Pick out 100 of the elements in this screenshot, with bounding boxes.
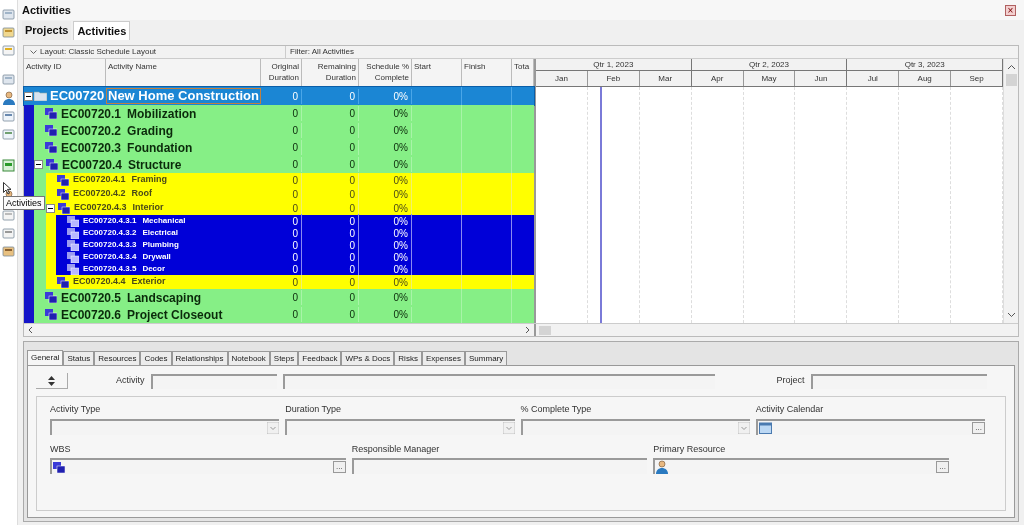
table-row[interactable]: EC00720.2 Grading 0 0 0% bbox=[34, 122, 534, 139]
field-label: Primary Resource bbox=[653, 442, 727, 456]
dropdown-field[interactable] bbox=[285, 418, 515, 435]
tab[interactable]: Expenses bbox=[421, 351, 466, 365]
activity-name: Interior bbox=[132, 201, 164, 215]
scroll-right-icon[interactable] bbox=[525, 326, 531, 334]
table-row[interactable]: EC00720.3 Foundation 0 0 0% bbox=[34, 139, 534, 156]
indent-strip bbox=[46, 215, 56, 227]
activity-name: Structure bbox=[128, 156, 182, 174]
table-row[interactable]: EC00720.1 Mobilization 0 0 0% bbox=[34, 105, 534, 122]
tab[interactable]: Projects bbox=[22, 21, 72, 40]
table-row[interactable]: EC00720.4.4 Exterior 0 0 0% bbox=[46, 275, 534, 289]
tab[interactable]: Feedback bbox=[298, 351, 342, 365]
field-label: Duration Type bbox=[285, 403, 343, 416]
caret-icon[interactable] bbox=[737, 421, 750, 434]
table-row[interactable]: EC00720.4.2 Roof 0 0 0% bbox=[46, 187, 534, 201]
activity-name: Electrical bbox=[142, 227, 178, 239]
scroll-up-icon[interactable] bbox=[1006, 63, 1016, 71]
field-label: WBS bbox=[50, 442, 72, 456]
browse-button[interactable]: ... bbox=[333, 461, 346, 473]
wbs-icon bbox=[57, 174, 69, 186]
table-cell: 0 bbox=[261, 290, 302, 305]
wbs-icon bbox=[58, 202, 70, 214]
wbs-icon bbox=[45, 125, 57, 136]
table-cell: 0% bbox=[359, 307, 412, 322]
table-cell: 0 bbox=[302, 290, 359, 305]
caret-icon[interactable] bbox=[267, 421, 280, 434]
input-field[interactable]: ... bbox=[755, 418, 985, 435]
wbs-icon bbox=[57, 276, 69, 288]
table-row[interactable]: EC00720.4.3.1 Mechanical 0 0 0% bbox=[56, 215, 534, 227]
scroll-left-icon[interactable] bbox=[27, 326, 33, 334]
layout-label[interactable]: Layout: Classic Schedule Layout bbox=[40, 46, 157, 58]
collapse-icon[interactable] bbox=[34, 160, 43, 169]
table-row[interactable]: EC00720 New Home Construction 0 0 0% bbox=[24, 87, 534, 105]
dropdown-field[interactable] bbox=[50, 418, 280, 435]
table-cell: 0 bbox=[261, 88, 302, 104]
collapse-icon[interactable] bbox=[24, 91, 33, 101]
activity-id: EC00720.4.2 bbox=[73, 187, 126, 201]
scrollbar-thumb[interactable] bbox=[1005, 74, 1017, 86]
tab[interactable]: General bbox=[27, 350, 64, 365]
arrow-down-icon[interactable] bbox=[48, 381, 55, 386]
table-row[interactable]: EC00720.4.3 Interior 0 0 0% bbox=[46, 201, 534, 215]
collapse-icon[interactable] bbox=[46, 203, 55, 213]
field-label: Project bbox=[776, 374, 805, 388]
tab[interactable]: Steps bbox=[269, 351, 299, 365]
table-cell: 0 bbox=[302, 157, 359, 172]
arrow-up-icon[interactable] bbox=[48, 375, 55, 380]
table-row[interactable]: EC00720.4.1 Framing 0 0 0% bbox=[46, 173, 534, 187]
month-header: Mar bbox=[657, 73, 674, 85]
tab[interactable]: Activities bbox=[73, 21, 131, 40]
indent-strip bbox=[24, 306, 34, 323]
tab[interactable]: Status bbox=[63, 351, 95, 365]
activity-name: Landscaping bbox=[127, 289, 202, 307]
tab[interactable]: Codes bbox=[140, 351, 172, 365]
wbs-icon bbox=[67, 263, 79, 275]
input-field[interactable]: ... bbox=[653, 458, 949, 474]
tab[interactable]: Relationships bbox=[171, 351, 228, 365]
tab[interactable]: Risks bbox=[394, 351, 422, 365]
tab[interactable]: WPs & Docs bbox=[341, 351, 395, 365]
tooltip: Activities bbox=[3, 196, 45, 210]
table-row[interactable]: EC00720.6 Project Closeout 0 0 0% bbox=[34, 306, 534, 323]
spin-button[interactable] bbox=[36, 373, 68, 389]
wbs-icon bbox=[45, 142, 57, 153]
input-field[interactable]: ... bbox=[50, 458, 346, 474]
table-cell: 0% bbox=[359, 290, 412, 305]
browse-button[interactable]: ... bbox=[936, 461, 949, 473]
table-row[interactable]: EC00720.4.3.5 Decor 0 0 0% bbox=[56, 263, 534, 275]
browse-button[interactable]: ... bbox=[972, 421, 985, 434]
table-cell: 0 bbox=[302, 123, 359, 138]
person-icon[interactable] bbox=[1, 91, 16, 105]
month-header: Apr bbox=[691, 71, 744, 86]
activity-id: EC00720.4.3.4 bbox=[83, 251, 137, 263]
caret-icon[interactable] bbox=[502, 421, 515, 434]
table-cell: 0 bbox=[302, 307, 359, 322]
dropdown-field[interactable] bbox=[520, 418, 750, 435]
tab[interactable]: Notebook bbox=[227, 351, 270, 365]
table-cell: 0 bbox=[302, 106, 359, 121]
wbs-icon bbox=[45, 292, 57, 303]
tab[interactable]: Summary bbox=[465, 351, 508, 365]
activity-name: Drywall bbox=[142, 251, 171, 263]
month-header: Jul bbox=[847, 71, 900, 86]
activity-id: EC00720.4.4 bbox=[73, 275, 126, 289]
activity-name: Project Closeout bbox=[127, 306, 223, 324]
table-row[interactable]: EC00720.5 Landscaping 0 0 0% bbox=[34, 289, 534, 306]
scroll-down-icon[interactable] bbox=[1006, 311, 1016, 319]
close-button[interactable]: × bbox=[1005, 4, 1016, 16]
tab[interactable]: Resources bbox=[94, 351, 141, 365]
month-header: Jan bbox=[536, 71, 588, 86]
table-cell: 0 bbox=[302, 88, 359, 104]
table-row[interactable]: EC00720.4.3.2 Electrical 0 0 0% bbox=[56, 227, 534, 239]
table-row[interactable]: EC00720.4 Structure 0 0 0% bbox=[34, 156, 534, 173]
table-row[interactable]: EC00720.4.3.4 Drywall 0 0 0% bbox=[56, 251, 534, 263]
window-title: Activities bbox=[22, 2, 71, 18]
chevron-down-icon[interactable] bbox=[30, 49, 37, 55]
scrollbar-thumb[interactable] bbox=[539, 325, 551, 335]
activity-id: EC00720.1 bbox=[61, 105, 122, 123]
table-row[interactable]: EC00720.4.3.3 Plumbing 0 0 0% bbox=[56, 239, 534, 251]
activity-id: EC00720.4.3.1 bbox=[83, 215, 137, 227]
wbs-icon bbox=[45, 309, 57, 320]
filter-label[interactable]: Filter: All Activities bbox=[286, 46, 354, 58]
